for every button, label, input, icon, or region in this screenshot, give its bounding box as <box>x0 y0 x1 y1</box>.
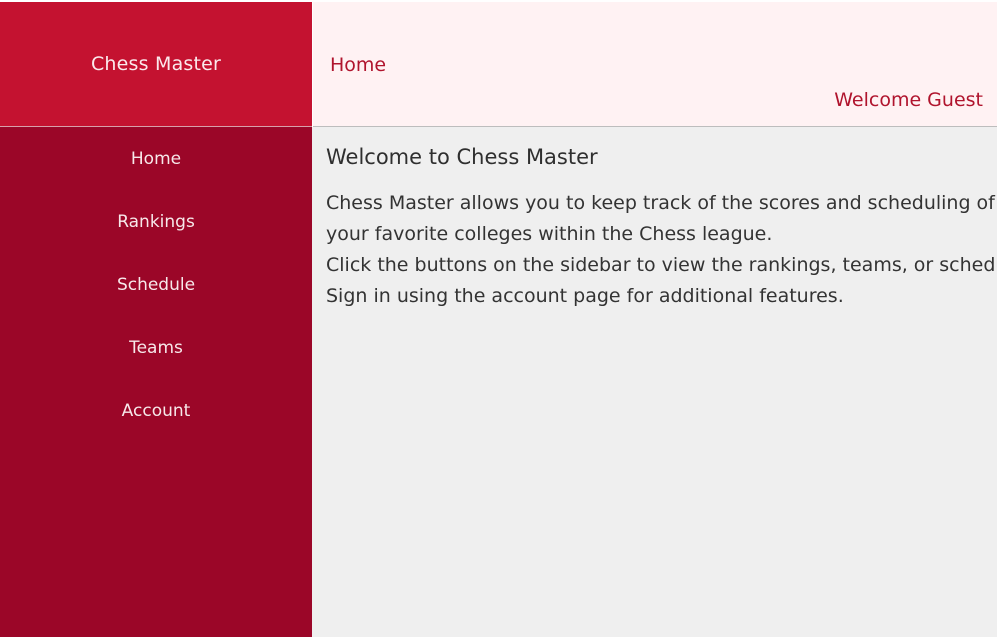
sidebar-item-teams[interactable]: Teams <box>0 328 312 368</box>
app-window: Chess Master Home Welcome Guest Home Ran… <box>0 0 997 637</box>
page-title: Home <box>330 54 387 76</box>
sidebar-item-label: Teams <box>129 338 183 358</box>
sidebar-item-label: Account <box>121 401 191 421</box>
sidebar-item-label: Schedule <box>116 275 196 295</box>
sidebar-item-home[interactable]: Home <box>0 139 312 179</box>
description-line: Sign in using the account page for addit… <box>326 285 844 307</box>
description-line: Chess Master allows you to keep track of… <box>326 192 995 214</box>
sidebar-item-label: Rankings <box>117 212 195 232</box>
description-line: your favorite colleges within the Chess … <box>326 223 773 245</box>
brand-name: Chess Master <box>90 53 222 75</box>
sidebar: Home Rankings Schedule Teams Account <box>0 127 312 637</box>
welcome-user-text: Welcome Guest <box>834 89 983 111</box>
sidebar-item-account[interactable]: Account <box>0 391 312 431</box>
welcome-description: Chess Master allows you to keep track of… <box>326 188 997 312</box>
main-content: Welcome to Chess Master Chess Master all… <box>312 127 997 637</box>
content-heading: Welcome to Chess Master <box>326 145 598 169</box>
sidebar-item-rankings[interactable]: Rankings <box>0 202 312 242</box>
top-header: Home Welcome Guest <box>313 2 997 127</box>
description-line: Click the buttons on the sidebar to view… <box>326 254 997 276</box>
sidebar-item-label: Home <box>130 149 182 169</box>
sidebar-item-schedule[interactable]: Schedule <box>0 265 312 305</box>
brand-logo[interactable]: Chess Master <box>0 2 312 126</box>
